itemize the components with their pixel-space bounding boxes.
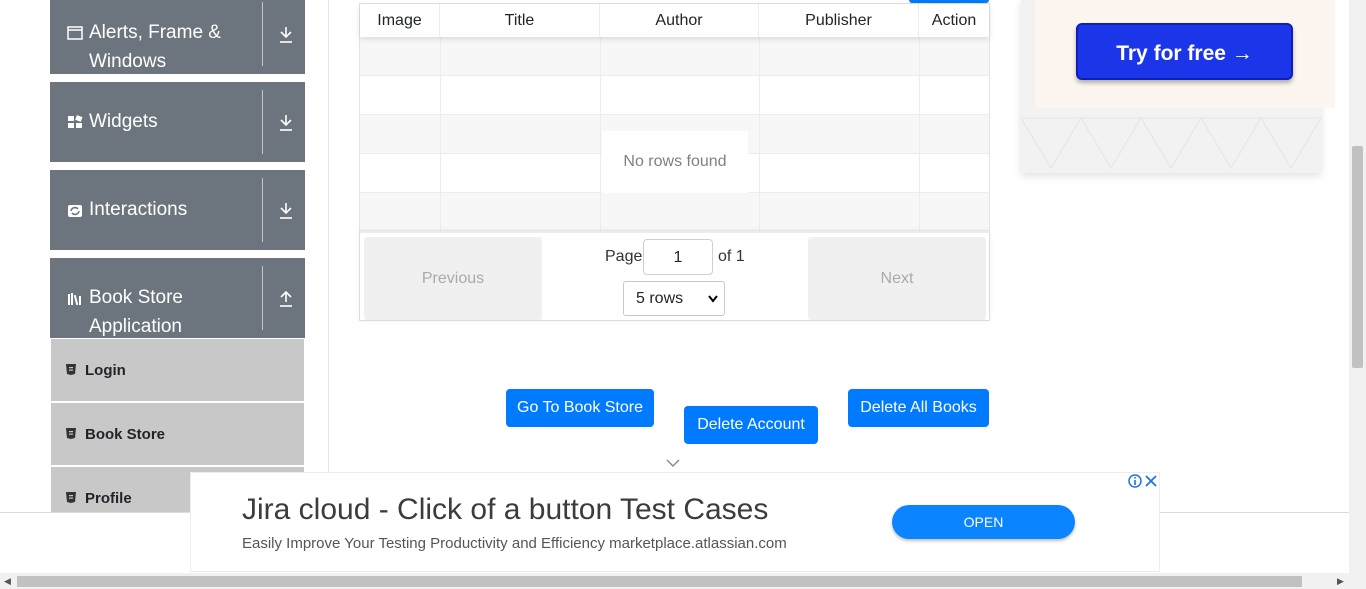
content-divider [328,0,329,512]
scroll-right-icon[interactable]: ▶ [1337,576,1344,587]
next-button[interactable]: Next [808,237,986,320]
column-header-author[interactable]: Author [600,4,759,37]
sidebar-group-alerts[interactable]: Alerts, Frame & Windows [50,0,305,74]
page-label: Page [605,248,643,265]
scroll-left-icon[interactable]: ◀ [4,576,11,587]
try-for-free-button[interactable]: Try for free → [1076,23,1293,80]
table-row [360,37,989,76]
chevron-up-icon[interactable] [278,290,294,310]
delete-account-button[interactable]: Delete Account [684,406,818,444]
sidebar-group-label: Book Store Application [89,287,183,337]
delete-all-books-button[interactable]: Delete All Books [848,389,989,427]
rows-per-page-select[interactable]: 5 rows [623,281,725,316]
sidebar-item-login[interactable]: Login [51,339,304,401]
chevron-down-icon [708,295,718,303]
sidebar-item-label: Book Store [85,426,166,443]
table-header: Image Title Author Publisher Action [360,4,989,37]
ad-choices-icon[interactable] [1127,473,1159,489]
sidebar-group-bookstore[interactable]: Book Store Application [50,258,305,338]
no-rows-message: No rows found [602,131,748,193]
page-number-input[interactable]: 1 [643,239,713,275]
divider [262,2,263,66]
column-header-action[interactable]: Action [919,4,989,37]
column-divider [759,37,760,231]
column-header-image[interactable]: Image [360,4,440,37]
chevron-down-icon[interactable] [666,459,680,468]
page-total: of 1 [718,248,745,265]
divider [262,266,263,330]
column-divider [919,37,920,231]
html5-icon [66,364,76,375]
window-icon [67,26,83,40]
divider [262,90,263,154]
bottom-advertisement[interactable]: Jira cloud - Click of a button Test Case… [190,472,1160,572]
vertical-scrollbar-thumb[interactable] [1352,146,1363,368]
ad-pattern [1021,117,1321,169]
sidebar-group-interactions[interactable]: Interactions [50,170,305,250]
chevron-down-icon[interactable] [278,202,294,222]
books-icon [68,293,81,306]
books-table: Image Title Author Publisher Action No r… [359,3,990,321]
table-row [360,193,989,231]
column-divider [600,37,601,231]
horizontal-scrollbar-thumb[interactable] [17,576,1302,587]
chevron-down-icon[interactable] [278,114,294,134]
sidebar-item-label: Login [85,362,126,379]
ad-title[interactable]: Jira cloud - Click of a button Test Case… [242,493,768,527]
sidebar-group-widgets[interactable]: Widgets [50,82,305,162]
page: Alerts, Frame & Windows Widgets Interact… [0,0,1366,589]
sidebar-group-label: Interactions [89,199,188,220]
rows-per-page-value: 5 rows [636,290,684,307]
column-divider [440,37,441,231]
sidebar-group-label: Alerts, Frame & Windows [89,22,221,72]
previous-button[interactable]: Previous [364,237,542,320]
chevron-down-icon[interactable] [278,26,294,46]
partial-button-edge [909,0,989,3]
column-header-publisher[interactable]: Publisher [759,4,919,37]
widgets-icon [68,115,83,128]
divider [262,178,263,242]
sidebar-item-label: Profile [85,490,132,507]
sidebar-group-label: Widgets [89,111,158,132]
ad-subtitle: Easily Improve Your Testing Productivity… [242,535,787,552]
html5-icon [66,428,76,439]
pagination: Previous Page 1 of 1 5 rows Next [360,231,989,320]
html5-icon [66,492,76,503]
go-to-book-store-button[interactable]: Go To Book Store [506,389,654,427]
interactions-icon [68,205,82,217]
ad-open-button[interactable]: OPEN [892,505,1075,539]
column-header-title[interactable]: Title [440,4,600,37]
sidebar-item-book-store[interactable]: Book Store [51,403,304,465]
table-row [360,76,989,115]
